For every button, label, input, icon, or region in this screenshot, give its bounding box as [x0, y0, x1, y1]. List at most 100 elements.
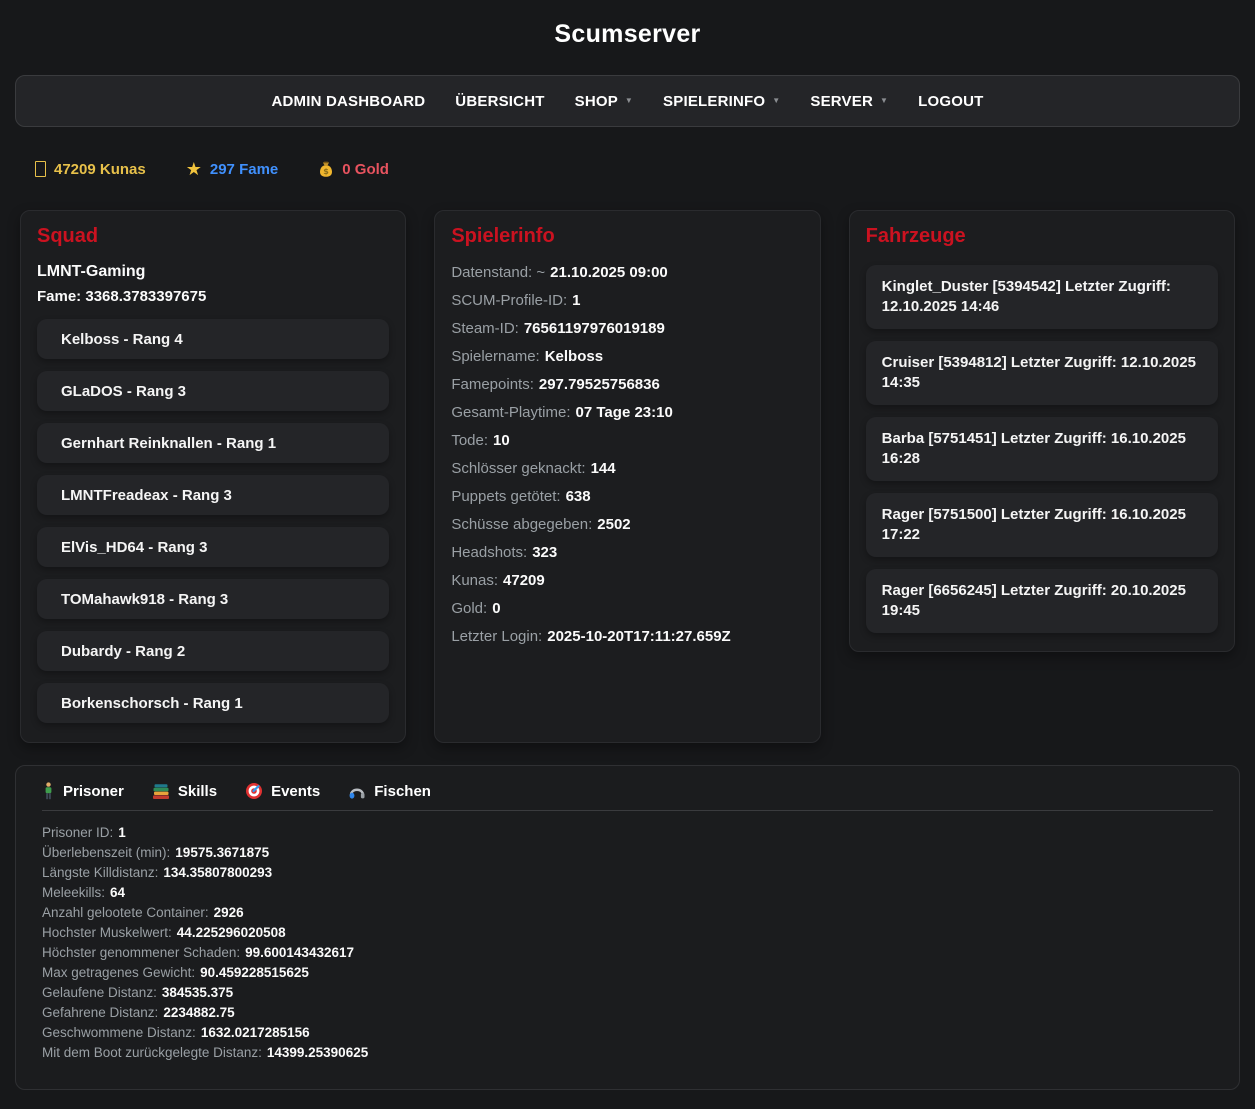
info-row: Gold: 0 — [451, 599, 803, 619]
squad-member-label: Dubardy - Rang 2 — [61, 643, 185, 660]
details-panel: Prisoner Skills Events — [15, 765, 1240, 1090]
vehicle-list: Kinglet_Duster [5394542] Letzter Zugriff… — [866, 265, 1218, 633]
chevron-down-icon: ▼ — [772, 97, 780, 105]
stat-label: Überlebenszeit (min): — [42, 845, 170, 860]
squad-fame: Fame: 3368.3783397675 — [37, 288, 389, 305]
info-value: 07 Tage 23:10 — [576, 404, 673, 421]
stat-label: Längste Killdistanz: — [42, 865, 158, 880]
vehicle-label: Cruiser [5394812] Letzter Zugriff: 12.10… — [882, 354, 1196, 391]
info-row: Datenstand: ~21.10.2025 09:00 — [451, 263, 803, 283]
events-icon — [245, 782, 263, 800]
info-label: Tode: — [451, 432, 488, 449]
squad-member-item: GLaDOS - Rang 3 — [37, 371, 389, 411]
info-row: Steam-ID: 76561197976019189 — [451, 319, 803, 339]
squad-member-label: TOMahawk918 - Rang 3 — [61, 591, 228, 608]
info-label: Schlösser geknackt: — [451, 460, 585, 477]
stat-row: Längste Killdistanz:134.35807800293 — [42, 863, 1213, 883]
info-label: Headshots: — [451, 544, 527, 561]
squad-member-label: Borkenschorsch - Rang 1 — [61, 695, 243, 712]
gold-balance: $ 0 Gold — [318, 161, 389, 178]
stat-value: 90.459228515625 — [200, 965, 309, 980]
wallet-bar: 47209 Kunas ★ 297 Fame $ 0 Gold — [35, 160, 1255, 178]
tab-prisoner[interactable]: Prisoner — [42, 782, 124, 800]
page: Scumserver ADMIN DASHBOARD ÜBERSICHT SHO… — [0, 0, 1255, 1090]
nav-item-spielerinfo[interactable]: SPIELERINFO ▼ — [663, 93, 780, 110]
tab-fischen[interactable]: Fischen — [348, 782, 431, 800]
squad-member-item: Gernhart Reinknallen - Rang 1 — [37, 423, 389, 463]
stat-label: Anzahl gelootete Container: — [42, 905, 209, 920]
stat-label: Mit dem Boot zurückgelegte Distanz: — [42, 1045, 262, 1060]
squad-title: Squad — [37, 225, 389, 248]
stat-value: 2926 — [214, 905, 244, 920]
info-label: Spielername: — [451, 348, 539, 365]
squad-member-item: ElVis_HD64 - Rang 3 — [37, 527, 389, 567]
info-row: SCUM-Profile-ID:1 — [451, 291, 803, 311]
info-row: Letzter Login:2025-10-20T17:11:27.659Z — [451, 627, 803, 647]
info-row: Famepoints:297.79525756836 — [451, 375, 803, 395]
vehicle-label: Rager [5751500] Letzter Zugriff: 16.10.2… — [882, 506, 1186, 543]
nav-item-shop[interactable]: SHOP ▼ — [575, 93, 633, 110]
squad-member-item: Kelboss - Rang 4 — [37, 319, 389, 359]
info-value: 2025-10-20T17:11:27.659Z — [547, 628, 730, 645]
info-row: Spielername: Kelboss — [451, 347, 803, 367]
info-value: 10 — [493, 432, 510, 449]
stat-row: Meleekills:64 — [42, 883, 1213, 903]
info-value: 0 — [492, 600, 500, 617]
tab-skills[interactable]: Skills — [152, 782, 217, 800]
main-navbar: ADMIN DASHBOARD ÜBERSICHT SHOP ▼ SPIELER… — [15, 75, 1240, 127]
info-value: 47209 — [503, 572, 545, 589]
stat-value: 1 — [118, 825, 126, 840]
stat-value: 99.600143432617 — [245, 945, 354, 960]
nav-item-admin-dashboard[interactable]: ADMIN DASHBOARD — [271, 93, 425, 110]
kunas-icon — [35, 161, 46, 177]
prisoner-icon — [42, 782, 55, 800]
info-row: Headshots:323 — [451, 543, 803, 563]
info-value: 2502 — [597, 516, 630, 533]
star-icon: ★ — [186, 160, 202, 178]
info-label: Steam-ID: — [451, 320, 519, 337]
page-title: Scumserver — [0, 0, 1255, 49]
info-label: Schüsse abgegeben: — [451, 516, 592, 533]
stat-row: Prisoner ID:1 — [42, 823, 1213, 843]
info-label: SCUM-Profile-ID: — [451, 292, 567, 309]
vehicle-item: Kinglet_Duster [5394542] Letzter Zugriff… — [866, 265, 1218, 329]
nav-item-uebersicht[interactable]: ÜBERSICHT — [455, 93, 544, 110]
details-tabs: Prisoner Skills Events — [42, 782, 1213, 811]
nav-item-server[interactable]: SERVER ▼ — [810, 93, 888, 110]
squad-member-label: Gernhart Reinknallen - Rang 1 — [61, 435, 276, 452]
info-row: Schlösser geknackt:144 — [451, 459, 803, 479]
info-value: 638 — [566, 488, 591, 505]
fahrzeuge-title: Fahrzeuge — [866, 225, 1218, 248]
vehicle-item: Cruiser [5394812] Letzter Zugriff: 12.10… — [866, 341, 1218, 405]
stat-value: 44.225296020508 — [177, 925, 286, 940]
info-value: 76561197976019189 — [524, 320, 665, 337]
fahrzeuge-panel: Fahrzeuge Kinglet_Duster [5394542] Letzt… — [849, 210, 1235, 652]
spielerinfo-panel: Spielerinfo Datenstand: ~21.10.2025 09:0… — [434, 210, 820, 743]
info-row: Tode: 10 — [451, 431, 803, 451]
info-row: Schüsse abgegeben: 2502 — [451, 515, 803, 535]
vehicle-item: Barba [5751451] Letzter Zugriff: 16.10.2… — [866, 417, 1218, 481]
stat-row: Überlebenszeit (min):19575.3671875 — [42, 843, 1213, 863]
kunas-balance: 47209 Kunas — [35, 161, 146, 178]
fischen-icon — [348, 782, 366, 800]
svg-text:$: $ — [323, 167, 329, 176]
vehicle-item: Rager [5751500] Letzter Zugriff: 16.10.2… — [866, 493, 1218, 557]
stat-label: Gelaufene Distanz: — [42, 985, 157, 1000]
stat-row: Gefahrene Distanz:2234882.75 — [42, 1003, 1213, 1023]
money-bag-icon: $ — [318, 161, 334, 178]
info-value: Kelboss — [545, 348, 603, 365]
stat-label: Hochster Muskelwert: — [42, 925, 172, 940]
squad-member-label: Kelboss - Rang 4 — [61, 331, 183, 348]
info-label: Gold: — [451, 600, 487, 617]
tab-events[interactable]: Events — [245, 782, 320, 800]
squad-panel: Squad LMNT-Gaming Fame: 3368.3783397675 … — [20, 210, 406, 743]
stat-label: Höchster genommener Schaden: — [42, 945, 240, 960]
stat-row: Höchster genommener Schaden: 99.600143432… — [42, 943, 1213, 963]
stat-row: Max getragenes Gewicht: 90.459228515625 — [42, 963, 1213, 983]
stat-row: Anzahl gelootete Container: 2926 — [42, 903, 1213, 923]
stat-label: Max getragenes Gewicht: — [42, 965, 195, 980]
stat-value: 1632.0217285156 — [201, 1025, 310, 1040]
info-label: Famepoints: — [451, 376, 534, 393]
nav-item-logout[interactable]: LOGOUT — [918, 93, 983, 110]
prisoner-stats: Prisoner ID:1 Überlebenszeit (min):19575… — [42, 823, 1213, 1063]
